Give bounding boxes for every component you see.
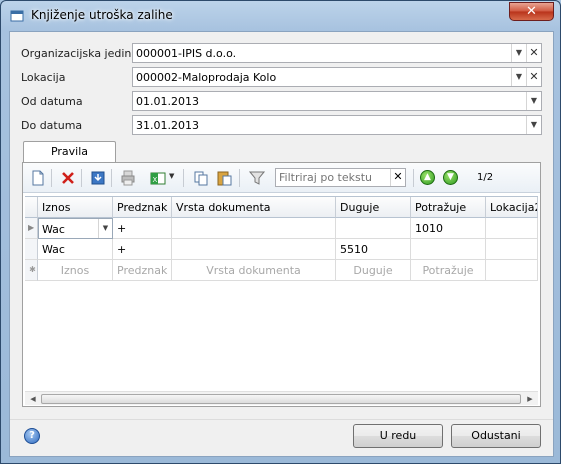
- chevron-down-icon[interactable]: ▼: [511, 68, 526, 86]
- new-row[interactable]: ✱ Iznos Predznak Vrsta dokumenta Duguje …: [25, 260, 538, 281]
- date-to-field[interactable]: 31.01.2013 ▼: [132, 115, 542, 135]
- help-icon[interactable]: ?: [24, 428, 40, 444]
- column-header[interactable]: Potražuje: [411, 197, 486, 218]
- scroll-left-icon[interactable]: ◀: [27, 393, 39, 405]
- title-bar[interactable]: Knjiženje utroška zalihe ✕: [1, 1, 560, 31]
- excel-export-icon[interactable]: X: [150, 170, 166, 186]
- toolbar-separator: [413, 169, 414, 187]
- toolbar-separator: [183, 169, 184, 187]
- new-row-cell[interactable]: Potražuje: [411, 260, 486, 281]
- new-document-icon[interactable]: [30, 170, 46, 186]
- org-unit-combo[interactable]: 000001-IPIS d.o.o. ▼ ✕: [132, 43, 542, 63]
- grid-header: Iznos Predznak Vrsta dokumenta Duguje Po…: [25, 197, 538, 218]
- toolbar-separator: [239, 169, 240, 187]
- rules-grid: Iznos Predznak Vrsta dokumenta Duguje Po…: [25, 196, 538, 391]
- toolbar-separator: [81, 169, 82, 187]
- scrollbar-thumb[interactable]: [41, 394, 521, 404]
- iznos-combo[interactable]: Wac ▼: [38, 218, 113, 239]
- chevron-down-icon[interactable]: ▼: [511, 44, 526, 62]
- table-cell[interactable]: Wac: [38, 239, 113, 260]
- clear-icon[interactable]: ✕: [526, 44, 541, 62]
- org-unit-value: 000001-IPIS d.o.o.: [136, 47, 237, 60]
- close-button[interactable]: ✕: [509, 2, 554, 21]
- table-cell: Wac: [42, 223, 65, 236]
- toolbar-separator: [51, 169, 52, 187]
- filter-input[interactable]: [276, 169, 386, 186]
- column-header[interactable]: Vrsta dokumenta: [172, 197, 336, 218]
- location-combo[interactable]: 000002-Maloprodaja Kolo ▼ ✕: [132, 67, 542, 87]
- column-header[interactable]: Duguje: [336, 197, 411, 218]
- grid-toolbar: X ▼ ✕ ▲ ▼: [23, 163, 540, 193]
- tab-pravila-kontiranja[interactable]: Pravila kontiranja: [23, 141, 116, 178]
- table-cell[interactable]: 5510: [336, 239, 411, 260]
- tab-panel: X ▼ ✕ ▲ ▼: [22, 162, 541, 407]
- app-icon: [10, 10, 24, 22]
- dialog-body: Organizacijska jedinica 000001-IPIS d.o.…: [9, 31, 554, 457]
- paste-icon[interactable]: [216, 170, 232, 186]
- table-row[interactable]: ▶ Wac ▼ + 1010: [25, 218, 538, 239]
- org-unit-label: Organizacijska jedinica: [21, 47, 148, 60]
- horizontal-scrollbar[interactable]: ◀ ▶: [25, 391, 538, 405]
- table-cell[interactable]: [336, 218, 411, 239]
- dialog-window: Knjiženje utroška zalihe ✕ Organizacijsk…: [0, 0, 561, 464]
- column-header[interactable]: Predznak: [113, 197, 172, 218]
- new-row-cell[interactable]: Duguje: [336, 260, 411, 281]
- clear-icon[interactable]: ✕: [526, 68, 541, 86]
- row-indicator: [25, 239, 38, 260]
- save-icon[interactable]: [90, 170, 106, 186]
- delete-icon[interactable]: [60, 170, 76, 186]
- chevron-down-icon[interactable]: ▼: [98, 219, 112, 238]
- column-header[interactable]: Lokacija2: [486, 197, 538, 218]
- ok-button[interactable]: U redu: [353, 424, 443, 448]
- table-cell[interactable]: [486, 218, 538, 239]
- column-header[interactable]: Iznos: [38, 197, 113, 218]
- print-icon[interactable]: [120, 170, 136, 186]
- table-cell[interactable]: [486, 239, 538, 260]
- arrow-down-icon[interactable]: ▼: [443, 170, 458, 185]
- window-title: Knjiženje utroška zalihe: [31, 8, 173, 22]
- toolbar-separator: [111, 169, 112, 187]
- arrow-up-icon[interactable]: ▲: [420, 170, 435, 185]
- new-row-cell[interactable]: Iznos: [38, 260, 113, 281]
- table-cell[interactable]: [411, 239, 486, 260]
- table-cell[interactable]: [172, 239, 336, 260]
- table-cell[interactable]: +: [113, 218, 172, 239]
- page-indicator: 1/2: [477, 172, 494, 183]
- scroll-right-icon[interactable]: ▶: [524, 393, 536, 405]
- filter-search[interactable]: ✕: [275, 168, 406, 187]
- copy-icon[interactable]: [193, 170, 209, 186]
- divider: [10, 419, 553, 420]
- chevron-down-icon[interactable]: ▼: [526, 116, 541, 134]
- row-pointer-icon: ▶: [25, 218, 38, 239]
- table-cell[interactable]: 1010: [411, 218, 486, 239]
- filter-icon[interactable]: [249, 170, 265, 186]
- table-cell[interactable]: [172, 218, 336, 239]
- date-to-value: 31.01.2013: [136, 119, 199, 132]
- row-indicator: [25, 197, 38, 218]
- chevron-down-icon[interactable]: ▼: [169, 172, 174, 180]
- new-row-icon: ✱: [25, 260, 38, 281]
- table-cell[interactable]: +: [113, 239, 172, 260]
- date-from-label: Od datuma: [21, 95, 83, 108]
- location-value: 000002-Maloprodaja Kolo: [136, 71, 277, 84]
- date-from-value: 01.01.2013: [136, 95, 199, 108]
- clear-icon[interactable]: ✕: [390, 169, 405, 186]
- table-row[interactable]: Wac + 5510: [25, 239, 538, 260]
- new-row-cell[interactable]: Predznak: [113, 260, 172, 281]
- chevron-down-icon[interactable]: ▼: [526, 92, 541, 110]
- svg-text:X: X: [153, 176, 158, 184]
- new-row-cell[interactable]: [486, 260, 538, 281]
- new-row-cell[interactable]: Vrsta dokumenta: [172, 260, 336, 281]
- date-from-field[interactable]: 01.01.2013 ▼: [132, 91, 542, 111]
- cancel-button[interactable]: Odustani: [451, 424, 541, 448]
- location-label: Lokacija: [21, 71, 66, 84]
- date-to-label: Do datuma: [21, 119, 83, 132]
